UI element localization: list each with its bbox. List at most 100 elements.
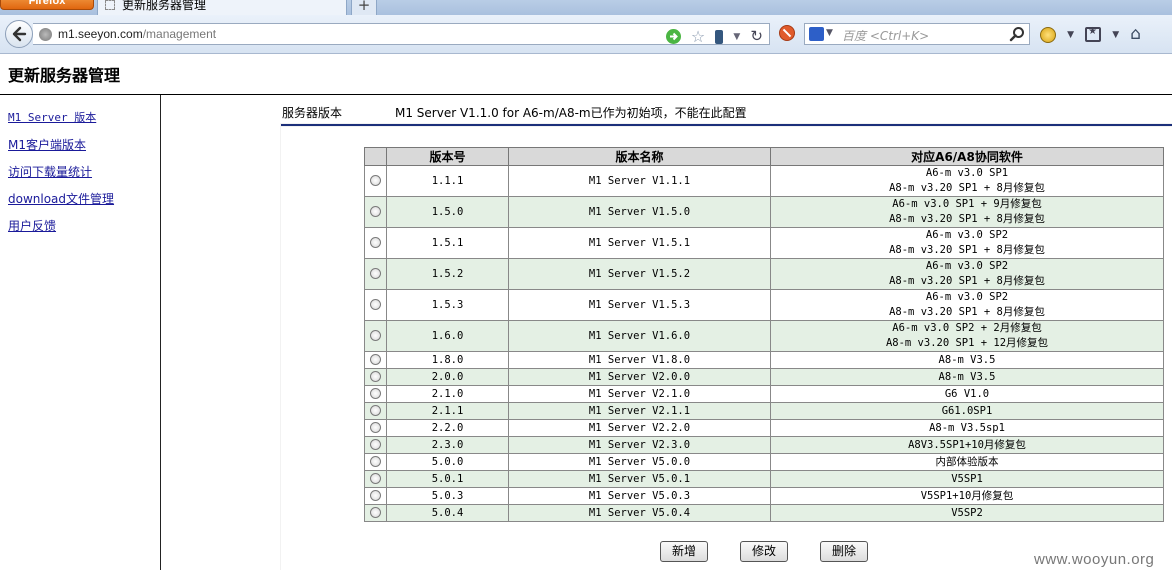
version-name-cell: M1 Server V2.3.0 xyxy=(508,436,771,454)
table-row[interactable]: 1.5.2 M1 Server V1.5.2 A6-m v3.0 SP2 A8-m v… xyxy=(364,258,1164,290)
search-box[interactable]: ▼ 百度 <Ctrl+K> xyxy=(804,23,1030,45)
compat-software-cell: 内部体验版本 xyxy=(770,453,1164,471)
table-row[interactable]: 5.0.3 M1 Server V5.0.3 V5SP1+10月修复包 xyxy=(364,487,1164,505)
address-bar[interactable]: m1.seeyon.com/management ☆ ▼ ↻ xyxy=(33,23,770,45)
header-compat-software: 对应A6/A8协同软件 xyxy=(770,147,1164,166)
row-select-cell xyxy=(364,289,387,321)
table-row[interactable]: 5.0.1 M1 Server V5.0.1 V5SP1 xyxy=(364,470,1164,488)
bookmarks-menu-icon[interactable] xyxy=(1085,26,1102,42)
edit-button[interactable]: 修改 xyxy=(740,541,788,562)
table-header-row: 版本号 版本名称 对应A6/A8协同软件 xyxy=(364,147,1164,166)
row-radio-button[interactable] xyxy=(370,473,381,484)
search-icon[interactable] xyxy=(1009,26,1025,42)
row-select-cell xyxy=(364,196,387,228)
version-panel: 版本号 版本名称 对应A6/A8协同软件 1.1.1 M1 Server V1.1… xyxy=(281,127,1172,570)
row-radio-button[interactable] xyxy=(370,490,381,501)
baidu-engine-icon[interactable] xyxy=(809,27,824,41)
row-radio-button[interactable] xyxy=(370,268,381,279)
version-number-cell: 2.0.0 xyxy=(386,368,509,386)
row-radio-button[interactable] xyxy=(370,237,381,248)
version-name-cell: M1 Server V5.0.3 xyxy=(508,487,771,505)
search-input[interactable]: 百度 <Ctrl+K> xyxy=(842,27,929,44)
history-dropdown-icon[interactable]: ▼ xyxy=(733,32,740,42)
version-number-cell: 1.5.2 xyxy=(386,258,509,290)
watermark: www.wooyun.org xyxy=(1034,551,1155,568)
table-row[interactable]: 5.0.4 M1 Server V5.0.4 V5SP2 xyxy=(364,504,1164,522)
table-row[interactable]: 2.1.0 M1 Server V2.1.0 G6 V1.0 xyxy=(364,385,1164,403)
add-button[interactable]: 新增 xyxy=(660,541,708,562)
sidebar-item-m1-client-version[interactable]: M1客户端版本 xyxy=(8,136,86,153)
table-row[interactable]: 1.8.0 M1 Server V1.8.0 A8-m V3.5 xyxy=(364,351,1164,369)
compat-software-cell: A8-m V3.5 xyxy=(770,351,1164,369)
go-icon[interactable] xyxy=(665,29,681,44)
back-button[interactable] xyxy=(5,20,33,48)
row-radio-button[interactable] xyxy=(370,354,381,365)
table-row[interactable]: 2.1.1 M1 Server V2.1.1 G61.0SP1 xyxy=(364,402,1164,420)
table-row[interactable]: 1.5.3 M1 Server V1.5.3 A6-m v3.0 SP2 A8-m v… xyxy=(364,289,1164,321)
mobile-send-icon[interactable] xyxy=(715,29,724,44)
table-row[interactable]: 1.5.0 M1 Server V1.5.0 A6-m v3.0 SP1 + 9月修… xyxy=(364,196,1164,228)
version-name-cell: M1 Server V1.8.0 xyxy=(508,351,771,369)
compat-software-cell: A8-m V3.5 xyxy=(770,368,1164,386)
row-radio-button[interactable] xyxy=(370,330,381,341)
version-name-cell: M1 Server V1.5.0 xyxy=(508,196,771,228)
table-row[interactable]: 2.3.0 M1 Server V2.3.0 A8V3.5SP1+10月修复包 xyxy=(364,436,1164,454)
row-radio-button[interactable] xyxy=(370,206,381,217)
adblock-icon[interactable] xyxy=(779,25,795,41)
table-row[interactable]: 5.0.0 M1 Server V5.0.0 内部体验版本 xyxy=(364,453,1164,471)
version-name-cell: M1 Server V1.6.0 xyxy=(508,320,771,352)
server-version-label: 服务器版本 xyxy=(282,106,343,120)
compat-software-line: A8-m V3.5 xyxy=(938,353,996,366)
row-radio-button[interactable] xyxy=(370,439,381,450)
row-radio-button[interactable] xyxy=(370,456,381,467)
addon-icon[interactable] xyxy=(1040,26,1056,43)
row-select-cell xyxy=(364,453,387,471)
page-title: 更新服务器管理 xyxy=(8,66,121,85)
table-row[interactable]: 1.1.1 M1 Server V1.1.1 A6-m v3.0 SP1 A8-m v… xyxy=(364,165,1164,197)
site-identity-icon[interactable] xyxy=(39,28,52,41)
table-row[interactable]: 2.2.0 M1 Server V2.2.0 A8-m V3.5sp1 xyxy=(364,419,1164,437)
new-tab-button[interactable]: + xyxy=(351,0,377,15)
toolbar-icons: ▼ ▼ ⌂ xyxy=(1040,24,1147,44)
table-row[interactable]: 1.5.1 M1 Server V1.5.1 A6-m v3.0 SP2 A8-m v… xyxy=(364,227,1164,259)
row-radio-button[interactable] xyxy=(370,422,381,433)
compat-software-line: A6-m v3.0 SP1 + 9月修复包 xyxy=(892,198,1042,210)
compat-software-cell: A6-m v3.0 SP1 A8-m v3.20 SP1 + 8月修复包 xyxy=(770,165,1164,197)
row-select-cell xyxy=(364,436,387,454)
row-select-cell xyxy=(364,487,387,505)
compat-software-line: A8-m v3.20 SP1 + 12月修复包 xyxy=(885,337,1049,349)
url-path: /management xyxy=(142,27,217,41)
sidebar-item-download-stats[interactable]: 访问下载量统计 xyxy=(8,163,92,180)
delete-button[interactable]: 删除 xyxy=(820,541,868,562)
row-radio-button[interactable] xyxy=(370,175,381,186)
row-radio-button[interactable] xyxy=(370,371,381,382)
sidebar-item-download-files[interactable]: download文件管理 xyxy=(8,190,114,207)
compat-software-line: A8-m v3.20 SP1 + 8月修复包 xyxy=(889,306,1045,318)
bookmark-star-icon[interactable]: ☆ xyxy=(691,28,705,45)
firefox-menu-button[interactable]: Firefox xyxy=(0,0,94,10)
table-row[interactable]: 1.6.0 M1 Server V1.6.0 A6-m v3.0 SP2 + 2月修… xyxy=(364,320,1164,352)
home-icon[interactable]: ⌂ xyxy=(1130,26,1141,43)
addon-dropdown-icon[interactable]: ▼ xyxy=(1067,30,1074,40)
row-radio-button[interactable] xyxy=(370,507,381,518)
bookmarks-dropdown-icon[interactable]: ▼ xyxy=(1112,30,1119,40)
sidebar-item-m1-server-version[interactable]: M1 Server 版本 xyxy=(8,109,96,125)
url-text[interactable]: m1.seeyon.com/management xyxy=(58,27,216,41)
version-name-cell: M1 Server V1.5.2 xyxy=(508,258,771,290)
row-radio-button[interactable] xyxy=(370,299,381,310)
compat-software-line: A8-m v3.20 SP1 + 8月修复包 xyxy=(889,213,1045,225)
compat-software-cell: A6-m v3.0 SP2 + 2月修复包 A8-m v3.20 SP1 + 12… xyxy=(770,320,1164,352)
row-select-cell xyxy=(364,470,387,488)
row-radio-button[interactable] xyxy=(370,388,381,399)
tab-active[interactable]: 更新服务器管理 xyxy=(97,0,347,15)
compat-software-line: A8-m V3.5sp1 xyxy=(929,421,1005,434)
version-number-cell: 2.1.1 xyxy=(386,402,509,420)
table-row[interactable]: 2.0.0 M1 Server V2.0.0 A8-m V3.5 xyxy=(364,368,1164,386)
version-number-cell: 2.2.0 xyxy=(386,419,509,437)
row-radio-button[interactable] xyxy=(370,405,381,416)
engine-dropdown-icon[interactable]: ▼ xyxy=(826,28,833,38)
compat-software-cell: V5SP1 xyxy=(770,470,1164,488)
reload-icon[interactable]: ↻ xyxy=(750,29,763,44)
version-name-cell: M1 Server V2.1.0 xyxy=(508,385,771,403)
sidebar-item-user-feedback[interactable]: 用户反馈 xyxy=(8,217,56,234)
